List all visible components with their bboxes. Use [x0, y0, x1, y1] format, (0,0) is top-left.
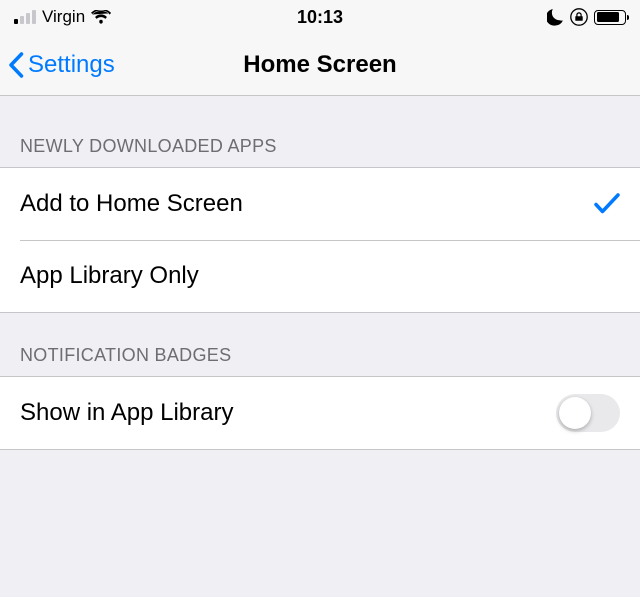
group-new-apps: Add to Home Screen App Library Only — [0, 167, 640, 313]
cellular-signal-icon — [14, 10, 36, 24]
option-label: Add to Home Screen — [20, 190, 243, 218]
checkmark-icon — [594, 193, 620, 215]
do-not-disturb-icon — [547, 9, 564, 26]
page-title: Home Screen — [243, 51, 396, 79]
navigation-bar: Settings Home Screen — [0, 34, 640, 96]
chevron-left-icon — [8, 52, 24, 78]
status-time: 10:13 — [297, 7, 343, 28]
show-in-app-library-toggle[interactable] — [556, 394, 620, 432]
wifi-icon — [91, 10, 111, 24]
back-button[interactable]: Settings — [8, 51, 115, 79]
status-bar: Virgin 10:13 — [0, 0, 640, 34]
option-label: App Library Only — [20, 262, 199, 290]
status-left: Virgin — [14, 7, 111, 27]
carrier-label: Virgin — [42, 7, 85, 27]
orientation-lock-icon — [570, 8, 588, 26]
status-right — [547, 8, 626, 26]
section-header-new-apps: NEWLY DOWNLOADED APPS — [0, 96, 640, 167]
option-add-to-home-screen[interactable]: Add to Home Screen — [0, 168, 640, 240]
battery-icon — [594, 10, 626, 25]
toggle-label: Show in App Library — [20, 399, 233, 427]
option-app-library-only[interactable]: App Library Only — [0, 240, 640, 312]
row-show-in-app-library: Show in App Library — [0, 377, 640, 449]
section-header-badges: NOTIFICATION BADGES — [0, 313, 640, 376]
group-badges: Show in App Library — [0, 376, 640, 450]
back-label: Settings — [28, 51, 115, 79]
